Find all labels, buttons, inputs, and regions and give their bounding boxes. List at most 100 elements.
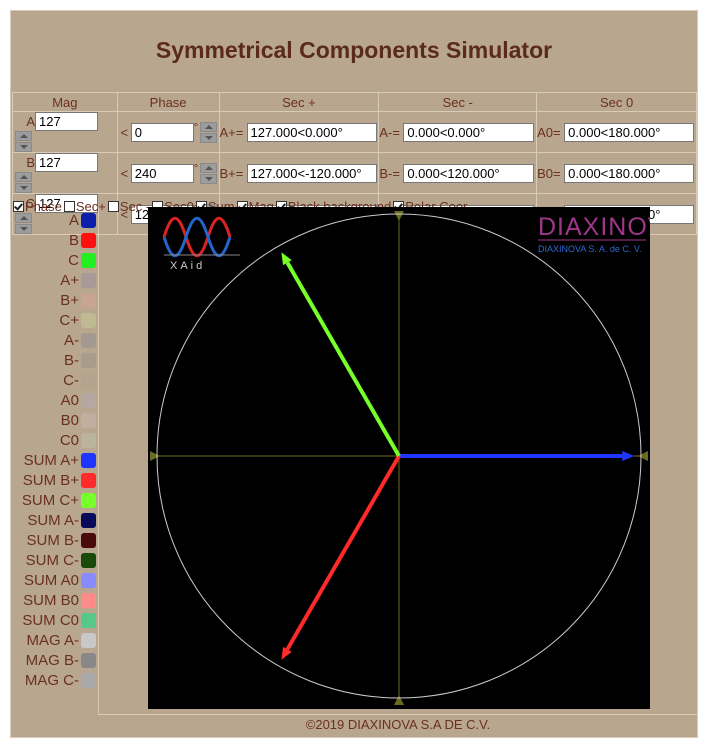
legend-swatch[interactable] [81,552,96,568]
legend-item[interactable]: A- [64,331,96,349]
legend-swatch[interactable] [81,512,96,528]
zero-seq-output[interactable] [564,163,695,183]
phase-input[interactable] [130,163,194,183]
checkbox[interactable] [13,201,24,212]
legend-item[interactable]: SUM C0 [22,611,96,629]
option-sec[interactable]: Sec - [107,199,150,214]
neg-seq-output[interactable] [403,163,535,183]
legend-item[interactable]: MAG B- [26,651,96,669]
spin-down-icon[interactable] [15,224,32,234]
legend-item[interactable]: A0 [61,391,96,409]
legend-item[interactable]: SUM C- [26,551,96,569]
legend-label: SUM B0 [23,591,79,609]
spin-up-icon[interactable] [15,131,32,141]
legend-swatch[interactable] [81,312,96,328]
legend-swatch[interactable] [81,412,96,428]
legend-swatch[interactable] [81,592,96,608]
legend-swatch[interactable] [81,492,96,508]
legend-label: SUM B+ [22,471,79,489]
legend-item[interactable]: B+ [60,291,96,309]
legend-swatch[interactable] [81,632,96,648]
xaid-text: XAid [170,260,205,272]
legend-label: B+ [60,291,79,309]
legend-item[interactable]: B- [64,351,96,369]
neg-seq-label: B-= [379,165,400,181]
spin-up-icon[interactable] [199,162,217,173]
legend-label: MAG A- [26,631,79,649]
legend-label: C [68,251,79,269]
pos-seq-output[interactable] [246,163,377,183]
legend-swatch[interactable] [81,272,96,288]
legend-label: SUM A- [27,511,79,529]
legend-item[interactable]: C [68,251,96,269]
legend-swatch[interactable] [81,452,96,468]
legend-item[interactable]: C0 [60,431,96,449]
axis-arrow-right-icon [638,451,648,461]
legend-item[interactable]: SUM B+ [23,471,96,489]
legend-item[interactable]: B0 [61,411,96,429]
magnitude-spinner[interactable] [15,131,32,152]
legend-swatch[interactable] [81,532,96,548]
legend-item[interactable]: MAG A- [26,631,96,649]
legend-swatch[interactable] [81,652,96,668]
magnitude-input[interactable] [35,153,98,172]
angle-separator: < [120,124,129,140]
magnitude-spinner[interactable] [15,172,32,193]
legend-swatch[interactable] [81,252,96,268]
spin-up-icon[interactable] [15,213,32,223]
legend-swatch[interactable] [81,372,96,388]
legend-item[interactable]: A [69,211,96,229]
legend-label: SUM A0 [23,571,79,589]
pos-seq-output[interactable] [246,122,377,142]
spin-down-icon[interactable] [15,183,32,193]
phase-input[interactable] [130,122,194,142]
legend-item[interactable]: SUM A0 [24,571,96,589]
legend-item[interactable]: MAG C- [25,671,96,689]
legend-item[interactable]: SUM C+ [22,491,96,509]
legend-label: SUM C- [25,551,79,569]
magnitude-spinner[interactable] [15,213,32,234]
neg-seq-label: A-= [379,124,400,140]
legend-label: C0 [59,431,79,449]
zero-seq-output[interactable] [564,122,695,142]
legend-swatch[interactable] [81,572,96,588]
xaid-logo: XAid [162,209,244,272]
spin-up-icon[interactable] [199,121,217,132]
spin-down-icon[interactable] [199,132,217,143]
legend-label: C+ [59,311,79,329]
legend-item[interactable]: SUM A+ [24,451,96,469]
zero-seq-label: A0= [537,124,561,140]
legend-swatch[interactable] [81,292,96,308]
legend-swatch[interactable] [81,432,96,448]
legend-swatch[interactable] [81,232,96,248]
phasor-plot: XAid DIAXINOVA DIAXINOVA S. A. de C. V. [148,207,680,709]
legend-item[interactable]: C+ [59,311,96,329]
legend-label: B- [64,351,79,369]
spin-down-icon[interactable] [15,142,32,152]
pos-seq-label: B+= [219,165,244,181]
legend-label: MAG B- [25,651,79,669]
legend-swatch[interactable] [81,672,96,688]
legend-swatch[interactable] [81,332,96,348]
phase-spinner[interactable] [199,121,217,143]
spin-up-icon[interactable] [15,172,32,182]
legend-swatch[interactable] [81,212,96,228]
spin-down-icon[interactable] [199,173,217,184]
phase-spinner[interactable] [199,162,217,184]
legend-swatch[interactable] [81,352,96,368]
option-phase[interactable]: Phase [13,199,62,214]
checkbox[interactable] [107,201,119,212]
legend-item[interactable]: SUM A- [27,511,96,529]
legend-swatch[interactable] [81,472,96,488]
legend-item[interactable]: B [69,231,96,249]
legend-item[interactable]: A+ [60,271,96,289]
magnitude-input[interactable] [35,112,98,131]
divider [98,207,99,715]
neg-seq-output[interactable] [403,122,535,142]
legend-item[interactable]: SUM B- [27,531,96,549]
legend-swatch[interactable] [81,612,96,628]
legend-item[interactable]: SUM B0 [23,591,96,609]
legend-label: MAG C- [24,671,79,689]
legend-swatch[interactable] [81,392,96,408]
legend-item[interactable]: C- [63,371,96,389]
